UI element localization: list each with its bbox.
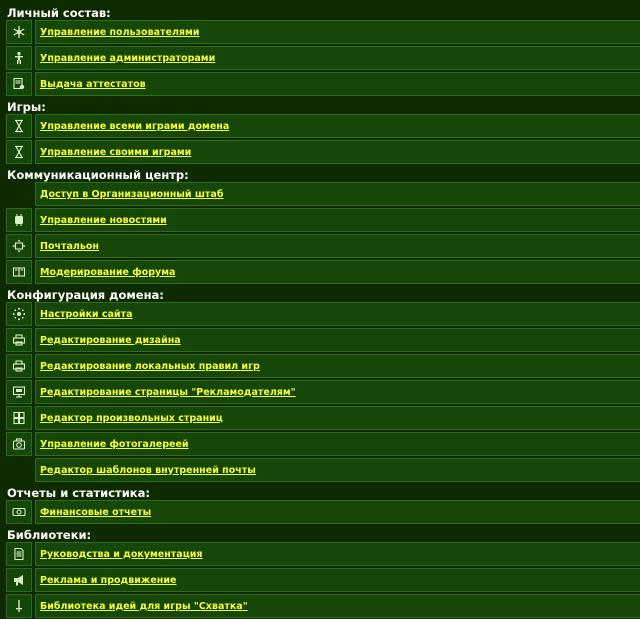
person-icon[interactable] [6,46,32,70]
menu-row: Редактирование страницы "Рекламодателям" [0,380,640,404]
document-icon[interactable] [6,542,32,566]
menu-link[interactable]: Выдача аттестатов [40,79,146,90]
menu-row: Управление фотогалереей [0,432,640,456]
menu-label-cell: Управление пользователями [35,20,640,44]
menu-label-cell: Выдача аттестатов [35,72,640,96]
menu-row: Почтальон [0,234,640,258]
menu-label-cell: Редактор произвольных страниц [35,406,640,430]
menu-label-cell: Редактирование локальных правил игр [35,354,640,378]
menu-link[interactable]: Редактор шаблонов внутренней почты [40,465,256,476]
menu-link[interactable]: Редактирование страницы "Рекламодателям" [40,387,296,398]
menu-row: Управление администраторами [0,46,640,70]
menu-row: Редактирование локальных правил игр [0,354,640,378]
menu-row: Выдача аттестатов [0,72,640,96]
menu-label-cell: Управление новостями [35,208,640,232]
menu-link[interactable]: Редактирование локальных правил игр [40,361,260,372]
menu-label-cell: Финансовые отчеты [35,500,640,524]
admin-menu: Личный состав: Управление пользователями У… [0,0,640,619]
snowflake-icon[interactable] [6,20,32,44]
menu-link[interactable]: Редактирование дизайна [40,335,181,346]
menu-link[interactable]: Управление своими играми [40,147,191,158]
section-title: Игры: [7,100,46,114]
menu-row: Доступ в Организационный штаб [0,182,640,206]
menu-link[interactable]: Руководства и документация [40,549,203,560]
hourglass-icon[interactable] [6,114,32,138]
menu-link[interactable]: Почтальон [40,241,99,252]
menu-label-cell: Управление администраторами [35,46,640,70]
section-title: Личный состав: [7,6,111,20]
menu-label-cell: Доступ в Организационный штаб [35,182,640,206]
menu-row: Модерирование форума [0,260,640,284]
menu-link[interactable]: Финансовые отчеты [40,507,151,518]
menu-link[interactable]: Управление всеми играми домена [40,121,229,132]
menu-link[interactable]: Редактор произвольных страниц [40,413,223,424]
menu-label-cell: Редактирование дизайна [35,328,640,352]
menu-label-cell: Управление фотогалереей [35,432,640,456]
menu-link[interactable]: Управление новостями [40,215,167,226]
menu-link[interactable]: Доступ в Организационный штаб [40,189,223,200]
menu-label-cell: Библиотека идей для игры "Схватка" [35,594,640,618]
money-icon[interactable] [6,500,32,524]
menu-link[interactable]: Управление администраторами [40,53,215,64]
section-title: Библиотеки: [7,528,92,542]
pages-icon[interactable] [6,406,32,430]
book-icon[interactable] [6,260,32,284]
menu-label-cell: Почтальон [35,234,640,258]
section-title: Коммуникационный центр: [7,168,189,182]
menu-link[interactable]: Управление пользователями [40,27,199,38]
section-title: Конфигурация домена: [7,288,164,302]
menu-row: Редактирование дизайна [0,328,640,352]
menu-row: Управление пользователями [0,20,640,44]
chip-icon[interactable] [6,208,32,232]
menu-row: Настройки сайта [0,302,640,326]
menu-label-cell: Реклама и продвижение [35,568,640,592]
certificate-icon[interactable] [6,72,32,96]
hourglass-icon[interactable] [6,140,32,164]
menu-label-cell: Настройки сайта [35,302,640,326]
menu-label-cell: Руководства и документация [35,542,640,566]
menu-link[interactable]: Модерирование форума [40,267,175,278]
section-title: Отчеты и статистика: [7,486,150,500]
settings-icon[interactable] [6,302,32,326]
menu-link[interactable]: Управление фотогалереей [40,439,189,450]
menu-row: Управление всеми играми домена [0,114,640,138]
monitor-icon[interactable] [6,380,32,404]
megaphone-icon[interactable] [6,568,32,592]
menu-link[interactable]: Реклама и продвижение [40,575,176,586]
menu-row: Управление своими играми [0,140,640,164]
menu-row: Управление новостями [0,208,640,232]
camera-icon[interactable] [6,432,32,456]
icon-placeholder [6,182,32,206]
menu-row: Руководства и документация [0,542,640,566]
menu-row: Редактор шаблонов внутренней почты [0,458,640,482]
menu-link[interactable]: Библиотека идей для игры "Схватка" [40,601,248,612]
menu-label-cell: Модерирование форума [35,260,640,284]
menu-row: Библиотека идей для игры "Схватка" [0,594,640,618]
printer-icon[interactable] [6,354,32,378]
menu-row: Реклама и продвижение [0,568,640,592]
menu-label-cell: Управление своими играми [35,140,640,164]
menu-row: Редактор произвольных страниц [0,406,640,430]
printer-icon[interactable] [6,328,32,352]
mail-arrows-icon[interactable] [6,234,32,258]
menu-link[interactable]: Настройки сайта [40,309,133,320]
menu-label-cell: Управление всеми играми домена [35,114,640,138]
menu-label-cell: Редактор шаблонов внутренней почты [35,458,640,482]
menu-row: Финансовые отчеты [0,500,640,524]
icon-placeholder [6,458,32,482]
sword-icon[interactable] [6,594,32,618]
menu-label-cell: Редактирование страницы "Рекламодателям" [35,380,640,404]
